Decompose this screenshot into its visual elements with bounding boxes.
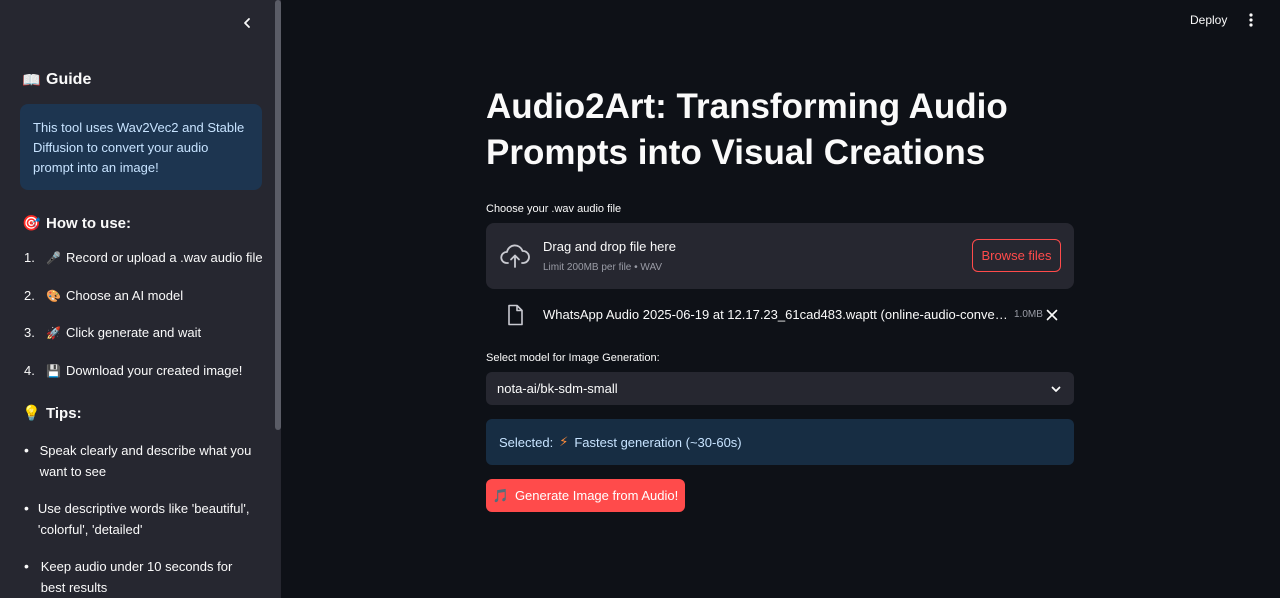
chevron-left-icon [244, 18, 250, 28]
cloud-upload-icon [500, 244, 530, 268]
selected-description: Fastest generation (~30-60s) [574, 434, 742, 450]
microphone-icon: 🎤 [46, 251, 61, 265]
guide-info-text: This tool uses Wav2Vec2 and Stable Diffu… [33, 120, 245, 175]
generate-image-button[interactable]: 🎵 Generate Image from Audio! [486, 479, 685, 512]
rocket-icon: 🚀 [46, 326, 61, 340]
close-icon [1046, 309, 1058, 321]
chevron-down-icon [1051, 386, 1061, 392]
tip-item: • Use descriptive words like 'beautiful'… [24, 498, 260, 540]
collapse-sidebar-button[interactable] [236, 12, 258, 34]
how-to-title: How to use: [46, 214, 131, 232]
file-uploader-label: Choose your .wav audio file [486, 203, 622, 215]
step-text: Click generate and wait [66, 325, 202, 340]
bullet-icon: • [24, 442, 29, 458]
tips-title: Tips: [46, 404, 82, 422]
uploaded-file-name: WhatsApp Audio 2025-06-19 at 12.17.23_61… [543, 307, 1008, 322]
lightning-icon: ⚡ [559, 434, 569, 449]
tip-item: • Keep audio under 10 seconds for best r… [24, 556, 260, 598]
step-number: 1. [24, 250, 35, 265]
bullet-icon: • [24, 500, 29, 516]
main-menu-button[interactable] [1243, 11, 1259, 29]
tips-heading: 💡 Tips: [22, 404, 82, 423]
file-icon [508, 304, 523, 326]
target-icon: 🎯 [22, 215, 41, 232]
app-root: 📖 Guide This tool uses Wav2Vec2 and Stab… [0, 0, 1280, 598]
step-text: Record or upload a .wav audio file [66, 250, 263, 265]
sidebar: 📖 Guide This tool uses Wav2Vec2 and Stab… [0, 0, 281, 598]
lightbulb-icon: 💡 [22, 405, 41, 422]
step-number: 3. [24, 325, 35, 340]
generate-button-label: Generate Image from Audio! [514, 488, 679, 503]
step-item: 4. 💾 Download your created image! [24, 361, 274, 399]
music-note-icon: 🎵 [492, 487, 509, 503]
deploy-button[interactable]: Deploy [1186, 11, 1231, 29]
step-text: Download your created image! [66, 362, 243, 378]
bullet-icon: • [24, 558, 29, 574]
step-item: 3. 🚀 Click generate and wait [24, 323, 274, 361]
uploaded-file-size: 1.0MB [1014, 309, 1043, 320]
tip-text: Speak clearly and describe what you want… [39, 443, 252, 479]
step-item: 1. 🎤 Record or upload a .wav audio file [24, 248, 274, 286]
uploaded-file-row: WhatsApp Audio 2025-06-19 at 12.17.23_61… [486, 300, 1074, 330]
model-select-label: Select model for Image Generation: [486, 352, 660, 364]
book-icon: 📖 [22, 72, 41, 89]
step-item: 2. 🎨 Choose an AI model [24, 286, 274, 324]
dropzone-limit-text: Limit 200MB per file • WAV [543, 262, 663, 273]
model-select-value: nota-ai/bk-sdm-small [497, 381, 618, 396]
guide-heading: 📖 Guide [22, 71, 91, 89]
selected-model-info: Selected: ⚡ Fastest generation (~30-60s) [486, 419, 1074, 465]
how-to-steps: 1. 🎤 Record or upload a .wav audio file … [24, 248, 274, 398]
palette-icon: 🎨 [46, 288, 61, 303]
guide-info-box: This tool uses Wav2Vec2 and Stable Diffu… [20, 104, 262, 190]
tip-item: • Speak clearly and describe what you wa… [24, 440, 260, 482]
dropzone-title: Drag and drop file here [543, 239, 676, 254]
guide-title: Guide [46, 71, 92, 88]
floppy-disk-icon: 💾 [46, 363, 61, 378]
more-vertical-icon [1249, 13, 1253, 27]
browse-files-button[interactable]: Browse files [972, 239, 1061, 272]
tip-text: Keep audio under 10 seconds for best res… [40, 559, 233, 595]
step-text: Choose an AI model [66, 287, 184, 303]
tip-text: Use descriptive words like 'beautiful', … [37, 501, 250, 537]
model-select[interactable]: nota-ai/bk-sdm-small [486, 372, 1074, 405]
sidebar-scrollbar[interactable] [275, 0, 281, 430]
file-dropzone[interactable]: Drag and drop file here Limit 200MB per … [486, 223, 1074, 289]
remove-file-button[interactable] [1044, 307, 1060, 323]
tips-list: • Speak clearly and describe what you wa… [24, 440, 260, 598]
page-title: Audio2Art: Transforming Audio Prompts in… [486, 87, 1008, 172]
how-to-heading: 🎯 How to use: [22, 214, 131, 233]
step-number: 2. [24, 287, 35, 303]
selected-prefix: Selected: [499, 434, 554, 450]
step-number: 4. [24, 362, 35, 378]
